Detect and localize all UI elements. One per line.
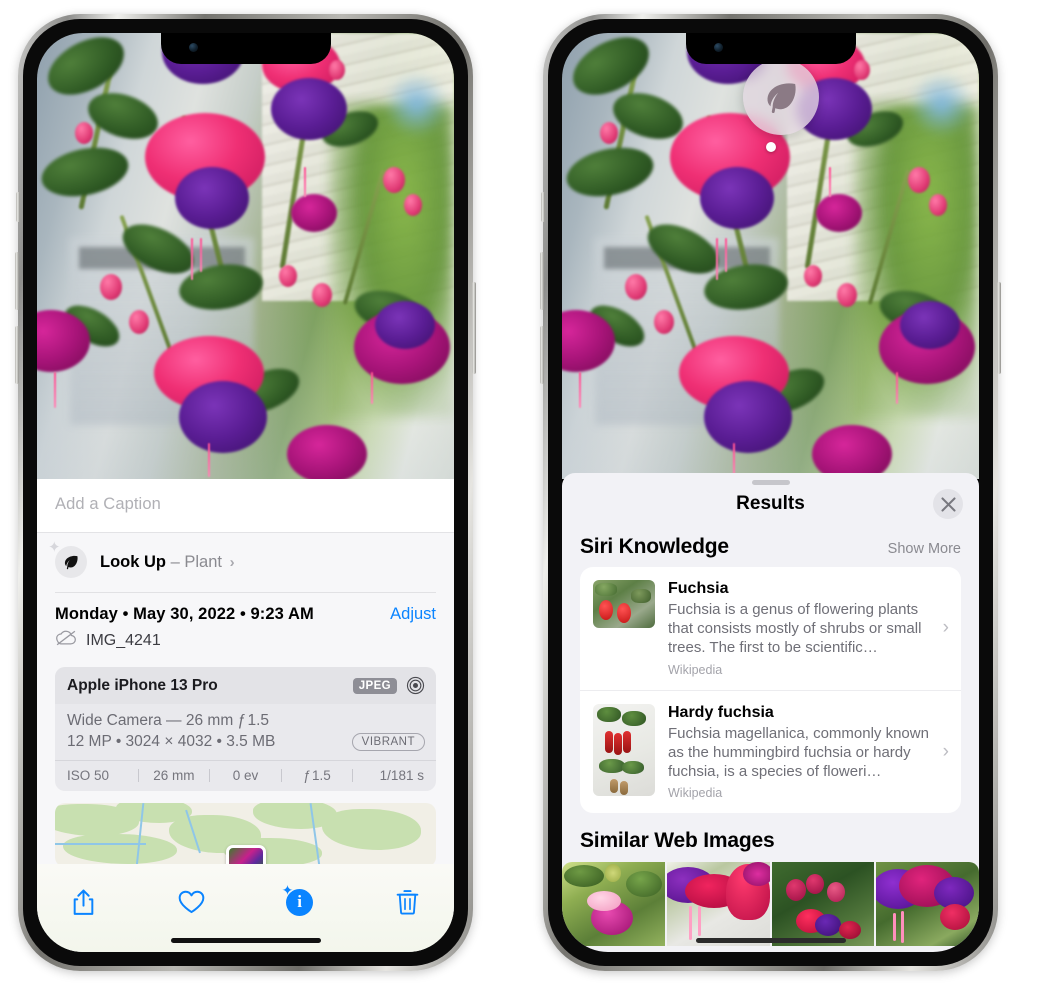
sparkle-icon: ✦ [281, 882, 294, 898]
look-up-dash: – [170, 552, 180, 571]
volume-up-button[interactable] [15, 252, 19, 310]
phone-screen-right: Results Siri Knowledge Show More Fuchsia… [562, 33, 979, 952]
icloud-slash-icon [55, 630, 77, 651]
photo-viewer[interactable] [562, 33, 979, 479]
power-button[interactable] [997, 282, 1001, 374]
visual-look-up-anchor-dot [765, 142, 776, 152]
knowledge-thumbnail [593, 580, 655, 628]
volume-down-button[interactable] [15, 326, 19, 384]
silence-switch[interactable] [16, 192, 20, 222]
knowledge-title: Fuchsia [668, 580, 729, 597]
results-header: Results [562, 485, 979, 519]
background-sky [912, 68, 971, 141]
screenshot-stage: Add a Caption ✦ Look Up – Plant › Monday… [0, 0, 1055, 985]
similar-web-images-strip[interactable] [562, 862, 979, 947]
caption-field-row[interactable]: Add a Caption [37, 479, 454, 533]
knowledge-source: Wikipedia [668, 662, 723, 677]
photo-viewer[interactable] [37, 33, 454, 479]
exif-iso: ISO 50 [67, 768, 110, 783]
favorite-button[interactable] [171, 884, 211, 920]
home-indicator[interactable] [170, 938, 321, 943]
similar-web-images-header: Similar Web Images [562, 813, 979, 855]
phone-screen-left: Add a Caption ✦ Look Up – Plant › Monday… [37, 33, 454, 952]
knowledge-row-fuchsia[interactable]: Fuchsia Fuchsia is a genus of flowering … [580, 567, 961, 690]
metadata-block: Monday • May 30, 2022 • 9:23 AM Adjust I… [37, 593, 454, 661]
look-up-title: Look Up [100, 552, 166, 571]
silence-switch[interactable] [541, 192, 545, 222]
camera-lens-line: Wide Camera — 26 mm ƒ 1.5 [67, 712, 269, 729]
iphone-left: Add a Caption ✦ Look Up – Plant › Monday… [15, 14, 476, 971]
notch [685, 33, 856, 64]
photo-filename: IMG_4241 [86, 631, 161, 649]
volume-up-button[interactable] [540, 252, 544, 310]
delete-button[interactable] [388, 884, 428, 920]
similar-web-images-heading: Similar Web Images [580, 829, 775, 853]
format-chip: JPEG [352, 677, 397, 694]
camera-card-body: Wide Camera — 26 mm ƒ 1.5 12 MP • 3024 ×… [55, 704, 436, 760]
info-button[interactable]: ✦ i [280, 882, 320, 920]
camera-card-header: Apple iPhone 13 Pro JPEG [55, 667, 436, 704]
chevron-right-icon: › [942, 617, 949, 639]
look-up-subject: Plant [184, 552, 222, 571]
results-sheet: Results Siri Knowledge Show More Fuchsia… [562, 473, 979, 952]
web-image-1[interactable] [562, 862, 665, 947]
iphone-right: Results Siri Knowledge Show More Fuchsia… [540, 14, 1001, 971]
look-up-label: Look Up – Plant › [100, 553, 235, 572]
raw-circle-icon [406, 676, 425, 695]
camera-info-card: Apple iPhone 13 Pro JPEG Wide Camera — 2… [55, 667, 436, 791]
front-camera [713, 43, 723, 52]
knowledge-description: Fuchsia magellanica, commonly known as t… [668, 724, 929, 780]
front-camera [188, 43, 198, 52]
visual-look-up-badge[interactable] [742, 59, 819, 135]
photographic-style-chip: VIBRANT [351, 733, 425, 751]
knowledge-thumbnail [593, 703, 655, 796]
background-sky [387, 68, 446, 141]
exif-shutter-speed: 1/181 s [379, 768, 424, 783]
photo-date: Monday • May 30, 2022 • 9:23 AM [55, 605, 314, 623]
caption-input[interactable]: Add a Caption [55, 495, 436, 514]
notch [160, 33, 331, 64]
look-up-row[interactable]: ✦ Look Up – Plant › [37, 533, 454, 592]
exif-exposure-bias: 0 ev [232, 768, 259, 783]
knowledge-source: Wikipedia [668, 786, 723, 801]
phone-bezel: Results Siri Knowledge Show More Fuchsia… [548, 19, 993, 966]
volume-down-button[interactable] [540, 326, 544, 384]
chevron-right-icon: › [229, 553, 235, 571]
leaf-icon [766, 83, 796, 114]
knowledge-row-hardy-fuchsia[interactable]: Hardy fuchsia Fuchsia magellanica, commo… [580, 689, 961, 814]
web-image-3[interactable] [771, 862, 875, 947]
leaf-icon [55, 546, 87, 578]
exif-aperture: ƒ 1.5 [303, 768, 331, 783]
exif-focal-length: 26 mm [153, 768, 195, 783]
exif-row: ISO 50 26 mm 0 ev ƒ 1.5 1/181 s [55, 760, 436, 791]
siri-knowledge-card: Fuchsia Fuchsia is a genus of flowering … [580, 567, 961, 814]
home-indicator[interactable] [695, 938, 846, 943]
look-up-badge: ✦ [48, 540, 87, 578]
chevron-right-icon: › [942, 740, 949, 762]
phone-bezel: Add a Caption ✦ Look Up – Plant › Monday… [23, 19, 468, 966]
camera-model: Apple iPhone 13 Pro [67, 676, 218, 694]
share-button[interactable] [63, 884, 103, 920]
siri-knowledge-header: Siri Knowledge Show More [562, 519, 979, 567]
knowledge-title: Hardy fuchsia [668, 703, 774, 721]
knowledge-description: Fuchsia is a genus of flowering plants t… [668, 601, 922, 657]
results-title: Results [736, 493, 805, 514]
web-image-2[interactable] [666, 862, 770, 947]
web-image-4[interactable] [876, 862, 979, 947]
photo-info-sheet: Add a Caption ✦ Look Up – Plant › Monday… [37, 479, 454, 952]
close-button[interactable] [933, 489, 963, 519]
power-button[interactable] [472, 282, 476, 374]
siri-knowledge-heading: Siri Knowledge [580, 535, 729, 558]
show-more-button[interactable]: Show More [888, 541, 961, 557]
location-map[interactable] [55, 803, 436, 867]
close-icon [940, 496, 956, 512]
adjust-button[interactable]: Adjust [390, 605, 436, 624]
